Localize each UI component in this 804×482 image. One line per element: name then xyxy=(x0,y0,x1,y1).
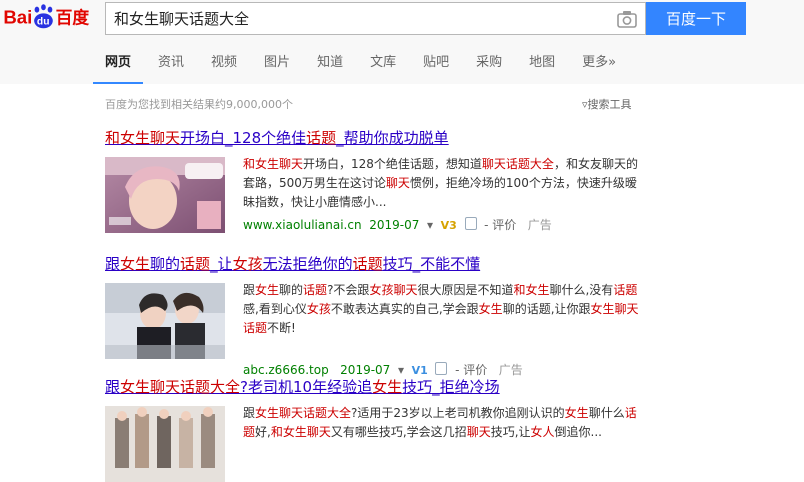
search-tools-button[interactable]: ▿搜索工具 xyxy=(582,96,632,112)
comment-link[interactable]: 评价 xyxy=(463,363,487,377)
search-input[interactable] xyxy=(106,3,606,34)
search-box xyxy=(105,2,646,35)
v-badge-icon[interactable]: V3 xyxy=(441,219,457,232)
tab-0[interactable]: 网页 xyxy=(92,52,144,84)
result-abstract: 和女生聊天开场白，128个绝佳话题，想知道聊天话题大全，和女友聊天的套路，500… xyxy=(243,157,638,209)
result-thumbnail[interactable] xyxy=(105,406,225,482)
comment-link[interactable]: 评价 xyxy=(492,218,516,232)
result-abstract: 跟女生聊天话题大全?适用于23岁以上老司机教你追刚认识的女生聊什么话题好,和女生… xyxy=(243,406,637,439)
shield-icon[interactable] xyxy=(464,217,477,230)
ad-label: 广告 xyxy=(498,363,523,377)
tab-6[interactable]: 贴吧 xyxy=(423,52,449,84)
search-tabs: 网页 资讯 视频 图片 知道 文库 贴吧 采购 地图 更多» xyxy=(92,52,616,84)
tab-1[interactable]: 资讯 xyxy=(158,52,184,84)
v-badge-icon[interactable]: V1 xyxy=(412,364,428,377)
result-date: 2019-07 xyxy=(340,363,391,377)
tab-2[interactable]: 视频 xyxy=(211,52,237,84)
tab-9[interactable]: 更多» xyxy=(582,52,616,84)
dropdown-arrow-icon[interactable]: ▾ xyxy=(423,218,437,232)
result-title-link[interactable]: 和女生聊天开场白_128个绝佳话题_帮助你成功脱单 xyxy=(105,128,650,148)
header-bar: Bai du 百度 百度一下 网页资讯视频图片知道文库贴吧采购地图更多» xyxy=(0,0,804,84)
search-result: 和女生聊天开场白_128个绝佳话题_帮助你成功脱单 和女生聊天开场白，128个绝… xyxy=(105,128,650,233)
result-meta: www.xiaolulianai.cn 2019-07 ▾ V3 - 评价 广告 xyxy=(243,217,552,232)
result-count: 百度为您找到相关结果约9,000,000个 xyxy=(105,98,293,111)
result-abstract: 跟女生聊的话题?不会跟女孩聊天很大原因是不知道和女生聊什么,没有话题感,看到心仪… xyxy=(243,283,639,335)
tab-5[interactable]: 文库 xyxy=(370,52,396,84)
tab-7[interactable]: 采购 xyxy=(476,52,502,84)
result-title-link[interactable]: 跟女生聊天话题大全?老司机10年经验追女生技巧_拒绝冷场 xyxy=(105,377,650,397)
tab-8[interactable]: 地图 xyxy=(529,52,555,84)
dropdown-arrow-icon[interactable]: ▾ xyxy=(394,363,408,377)
result-thumbnail[interactable] xyxy=(105,283,225,359)
result-url[interactable]: www.xiaolulianai.cn xyxy=(243,218,362,232)
ad-label: 广告 xyxy=(527,218,552,232)
result-meta: abc.z6666.top 2019-07 ▾ V1 - 评价 广告 xyxy=(243,362,523,377)
tab-4[interactable]: 知道 xyxy=(317,52,343,84)
search-button[interactable]: 百度一下 xyxy=(646,2,746,35)
result-thumbnail[interactable] xyxy=(105,157,225,233)
result-url[interactable]: abc.z6666.top xyxy=(243,363,329,377)
tab-3[interactable]: 图片 xyxy=(264,52,290,84)
svg-text:Bai: Bai xyxy=(3,7,32,28)
result-title-link[interactable]: 跟女生聊的话题_让女孩无法拒绝你的话题技巧_不能不懂 xyxy=(105,254,650,274)
shield-icon[interactable] xyxy=(435,362,448,375)
camera-icon[interactable] xyxy=(617,10,637,28)
baidu-logo[interactable]: Bai du 百度 xyxy=(0,4,100,32)
svg-text:百度: 百度 xyxy=(56,8,90,28)
search-result: 跟女生聊的话题_让女孩无法拒绝你的话题技巧_不能不懂 跟女生聊的话题?不会跟女孩… xyxy=(105,254,650,377)
svg-text:du: du xyxy=(37,17,50,28)
result-date: 2019-07 xyxy=(369,218,420,232)
search-result: 跟女生聊天话题大全?老司机10年经验追女生技巧_拒绝冷场 跟女生聊天话题大全?适… xyxy=(105,377,650,482)
